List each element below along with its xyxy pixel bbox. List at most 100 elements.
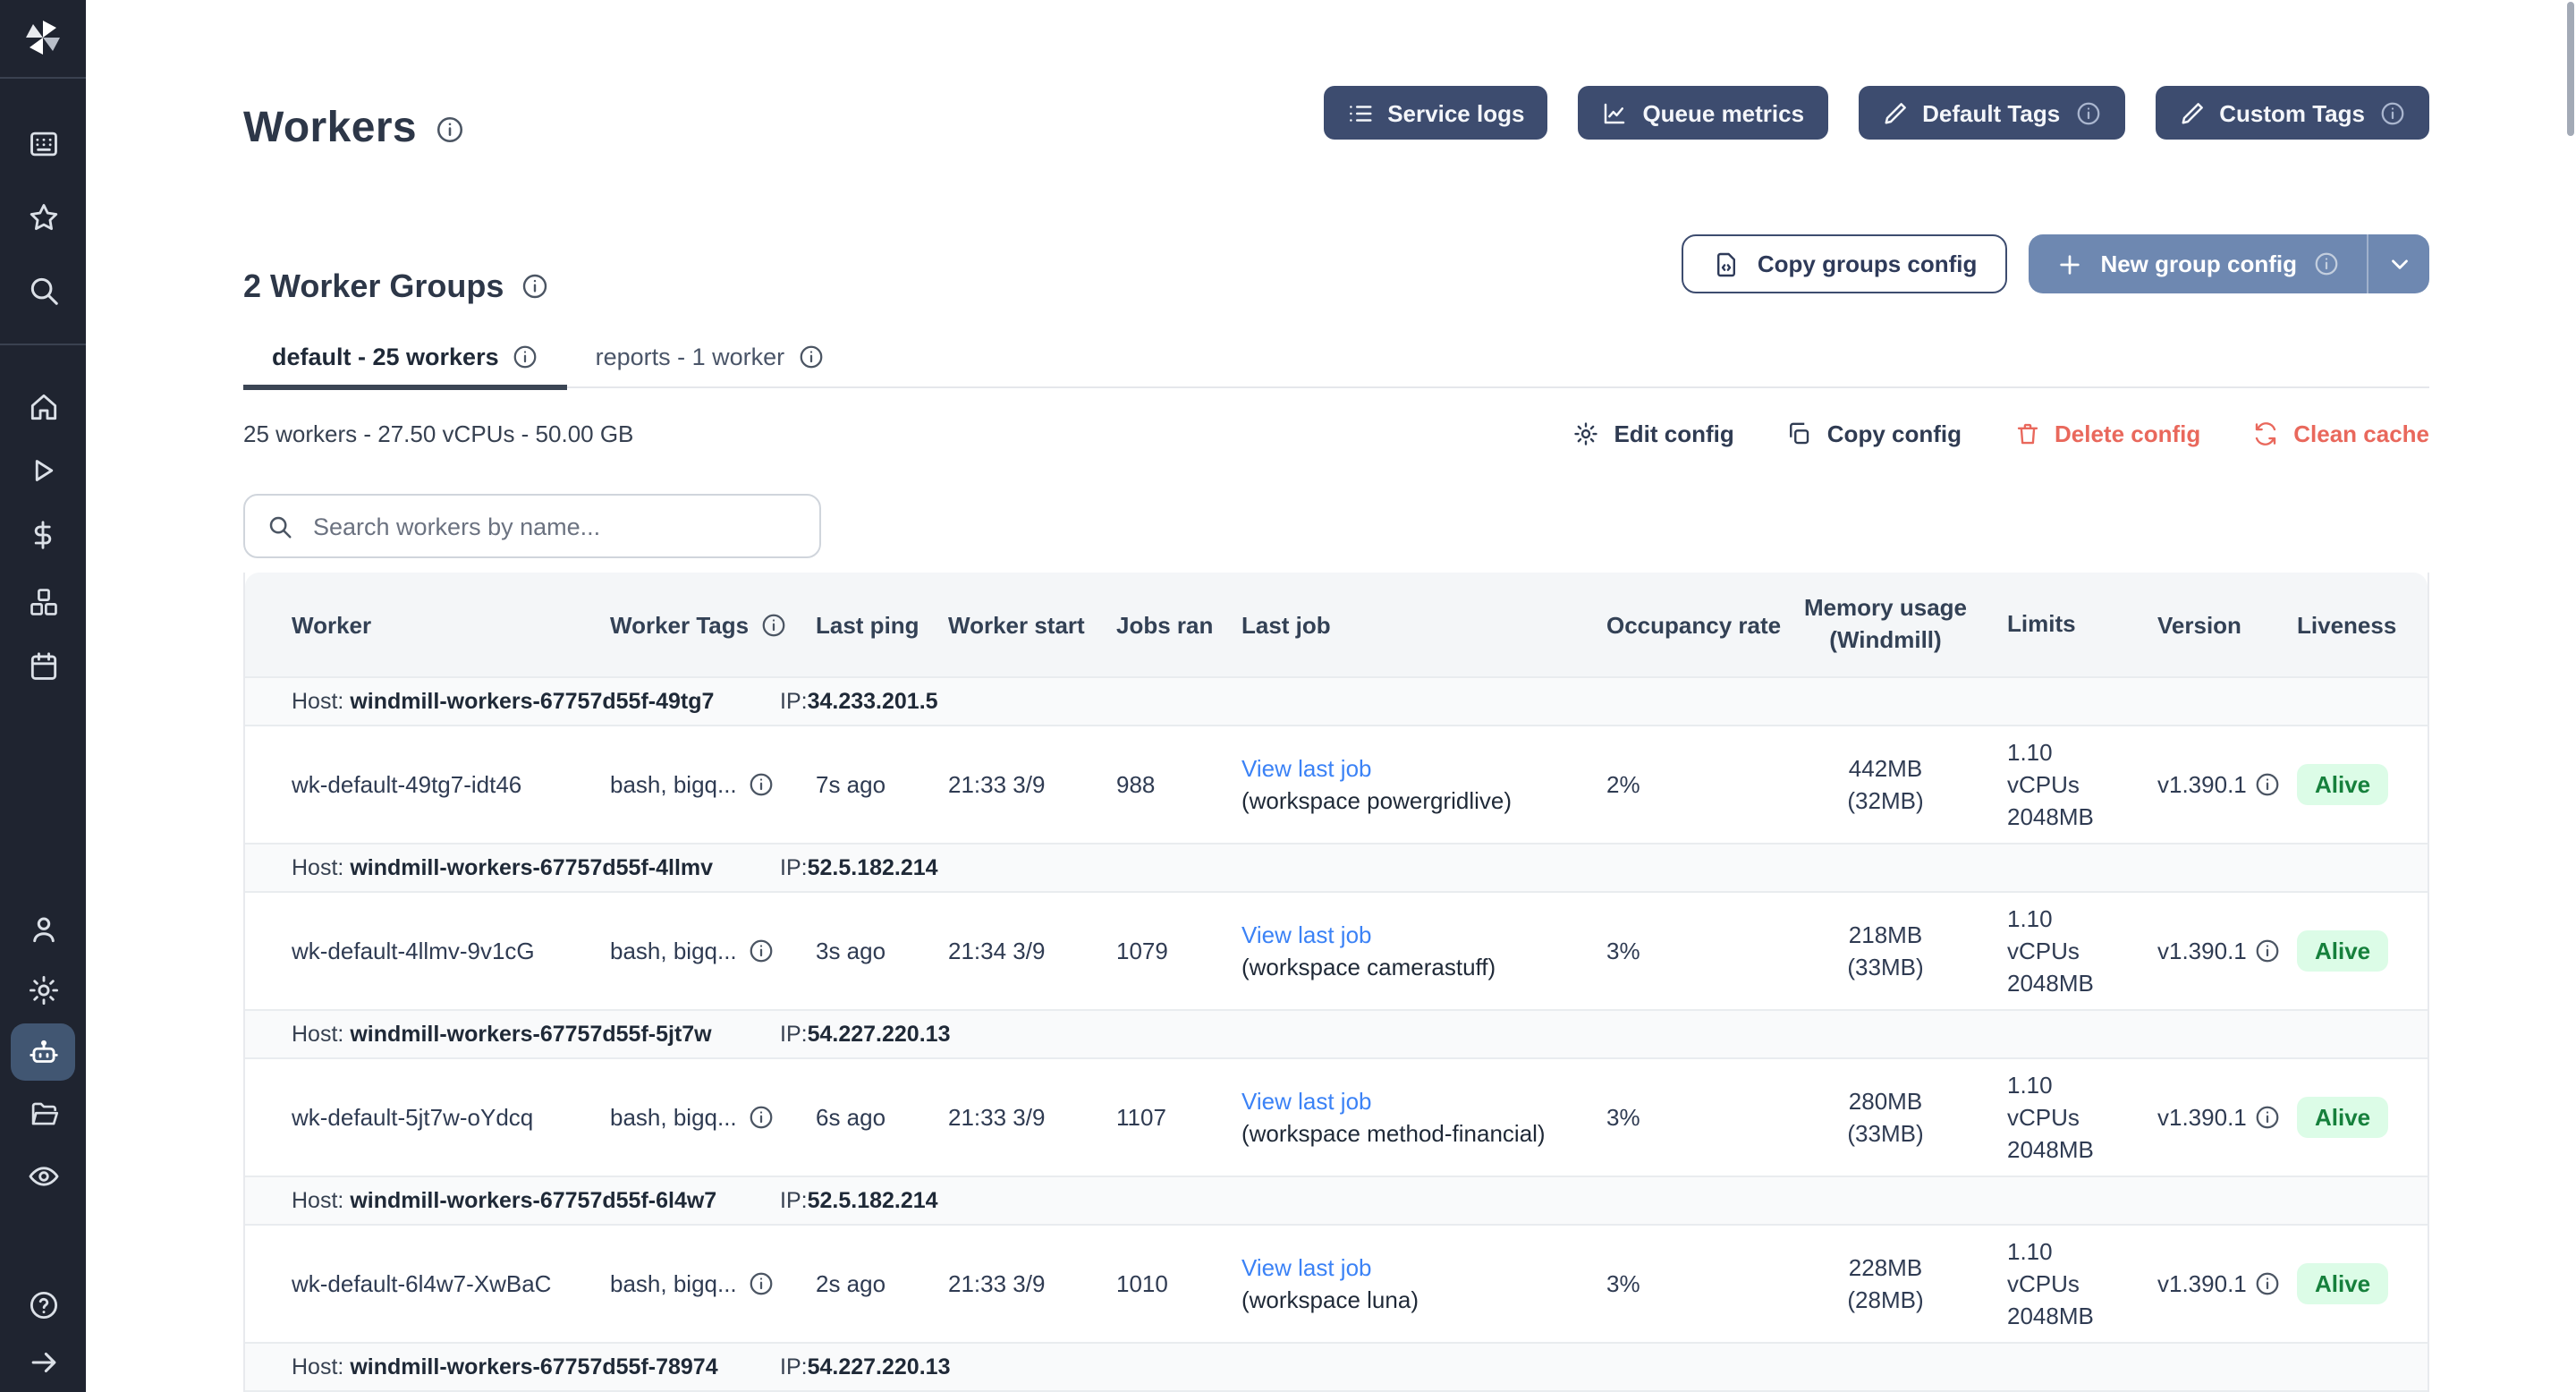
info-icon[interactable] [2313, 250, 2340, 277]
last-job-workspace: (workspace luna) [1241, 1284, 1599, 1316]
new-group-config-dropdown[interactable] [2367, 234, 2429, 293]
worker-search[interactable] [243, 494, 821, 558]
info-icon[interactable] [2074, 99, 2101, 126]
tab-reports-label: reports - 1 worker [596, 344, 785, 370]
sidebar-item-variables[interactable] [21, 514, 64, 556]
person-icon [26, 912, 60, 946]
sidebar-item-favorites[interactable] [21, 195, 64, 238]
col-worker-start: Worker start [948, 611, 1116, 638]
chevron-down-icon [2385, 250, 2412, 277]
delete-config-label: Delete config [2055, 420, 2200, 446]
sidebar-item-schedules[interactable] [21, 644, 64, 687]
worker-tags: bash, bigq... [610, 1104, 816, 1131]
version: v1.390.1 [2122, 1270, 2268, 1297]
vertical-scrollbar[interactable] [2567, 2, 2574, 136]
info-icon[interactable] [797, 344, 824, 370]
version: v1.390.1 [2122, 938, 2268, 964]
info-icon[interactable] [512, 344, 538, 370]
tab-default[interactable]: default - 25 workers [243, 329, 567, 390]
memory-usage: 218MB(33MB) [1792, 919, 1979, 983]
tags-info-icon[interactable] [748, 1270, 775, 1297]
col-liveness: Liveness [2268, 611, 2428, 638]
folder-open-icon [26, 1096, 60, 1130]
worker-name: wk-default-49tg7-idt46 [245, 771, 610, 798]
col-last-ping: Last ping [816, 611, 948, 638]
search-input[interactable] [309, 511, 801, 541]
worker-tags: bash, bigq... [610, 771, 816, 798]
host-row: Host: windmill-workers-67757d55f-78974IP… [245, 1342, 2428, 1390]
eye-icon [26, 1159, 60, 1193]
version: v1.390.1 [2122, 771, 2268, 798]
sidebar-item-audit[interactable] [21, 1154, 64, 1197]
tags-info-icon[interactable] [748, 938, 775, 964]
queue-metrics-button[interactable]: Queue metrics [1578, 86, 1827, 140]
worker-groups-info-icon[interactable] [520, 273, 548, 301]
host-ip: IP:54.227.220.13 [780, 1354, 951, 1379]
tab-reports[interactable]: reports - 1 worker [567, 329, 853, 390]
sidebar-item-resources[interactable] [21, 580, 64, 623]
limits: 1.10 vCPUs2048MB [1979, 903, 2122, 999]
last-ping: 6s ago [816, 1104, 948, 1131]
table-body: Host: windmill-workers-67757d55f-49tg7IP… [245, 676, 2428, 1392]
windmill-logo-icon[interactable] [21, 16, 64, 59]
worker-row: wk-default-4llmv-9v1cGbash, bigq...3s ag… [245, 891, 2428, 1009]
col-limits: Limits [1979, 608, 2122, 641]
worker-tags-value: bash, bigq... [610, 1104, 816, 1131]
sidebar-divider [0, 344, 86, 345]
info-icon[interactable] [2379, 99, 2406, 126]
default-tags-button[interactable]: Default Tags [1858, 86, 2124, 140]
view-last-job-link[interactable]: View last job [1241, 919, 1599, 951]
tags-info-icon[interactable] [748, 1104, 775, 1131]
pencil-icon [1881, 99, 1908, 126]
delete-config-button[interactable]: Delete config [2013, 420, 2200, 446]
dollar-icon [27, 519, 59, 551]
main-content: Workers Service logs [243, 0, 2429, 1392]
view-last-job-link[interactable]: View last job [1241, 1085, 1599, 1117]
sidebar-item-help[interactable] [21, 1283, 64, 1326]
gear-icon [26, 972, 60, 1006]
last-job-workspace: (workspace camerastuff) [1241, 951, 1599, 983]
copy-config-button[interactable]: Copy config [1786, 420, 1962, 446]
clean-cache-label: Clean cache [2293, 420, 2429, 446]
memory-usage: 442MB(32MB) [1792, 752, 1979, 817]
sidebar-item-search[interactable] [21, 268, 64, 311]
col-worker: Worker [245, 611, 610, 638]
copy-groups-config-button[interactable]: Copy groups config [1682, 234, 2008, 293]
view-last-job-link[interactable]: View last job [1241, 752, 1599, 785]
view-last-job-link[interactable]: View last job [1241, 1252, 1599, 1284]
worker-tags-info-icon[interactable] [759, 611, 786, 638]
sidebar-item-runs[interactable] [21, 449, 64, 492]
sidebar-item-folders[interactable] [21, 1091, 64, 1134]
occupancy-rate: 3% [1599, 1104, 1792, 1131]
calendar-icon [26, 649, 60, 683]
sidebar-item-home[interactable] [21, 385, 64, 428]
service-logs-button[interactable]: Service logs [1323, 86, 1547, 140]
workers-info-icon[interactable] [435, 114, 465, 144]
memory-usage: 228MB(28MB) [1792, 1252, 1979, 1316]
gear-icon [1572, 420, 1599, 446]
last-ping: 7s ago [816, 771, 948, 798]
sidebar-item-workers[interactable] [21, 1031, 64, 1074]
worker-start: 21:33 3/9 [948, 1270, 1116, 1297]
col-memory-usage: Memory usage(Windmill) [1792, 592, 1979, 657]
table-header-row: Worker Worker Tags Last ping Worker star… [245, 573, 2428, 676]
sidebar-item-apps[interactable] [21, 122, 64, 165]
workers-table: Worker Worker Tags Last ping Worker star… [243, 573, 2429, 1392]
sidebar-item-users[interactable] [21, 907, 64, 950]
tags-info-icon[interactable] [748, 771, 775, 798]
edit-config-button[interactable]: Edit config [1572, 420, 1733, 446]
custom-tags-button[interactable]: Custom Tags [2155, 86, 2429, 140]
worker-start: 21:33 3/9 [948, 1104, 1116, 1131]
worker-name: wk-default-6l4w7-XwBaC [245, 1270, 610, 1297]
clean-cache-button[interactable]: Clean cache [2252, 420, 2429, 446]
col-worker-tags: Worker Tags [610, 611, 816, 638]
trash-icon [2013, 420, 2040, 446]
worker-row: wk-default-5jt7w-oYdcqbash, bigq...6s ag… [245, 1057, 2428, 1176]
worker-start: 21:34 3/9 [948, 938, 1116, 964]
new-group-config-button[interactable]: New group config [2029, 234, 2429, 293]
sidebar-collapse-toggle[interactable] [21, 1340, 64, 1383]
col-jobs-ran: Jobs ran [1116, 611, 1241, 638]
copy-icon [1786, 420, 1813, 446]
host-ip: IP:34.233.201.5 [780, 689, 938, 714]
sidebar-item-settings[interactable] [21, 968, 64, 1011]
